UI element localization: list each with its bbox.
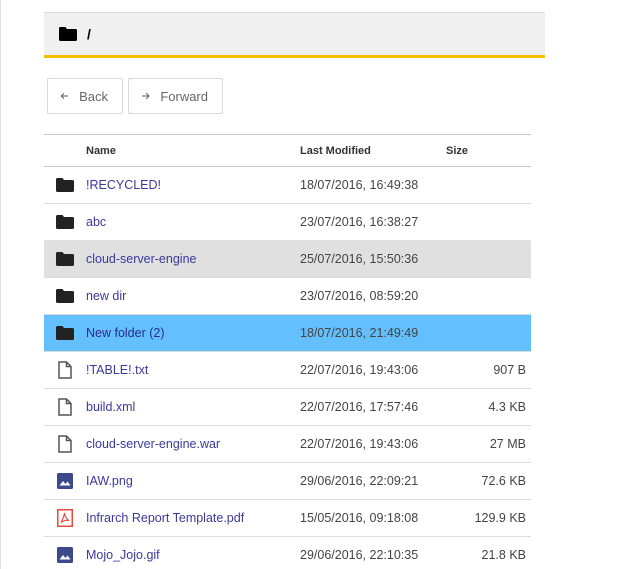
arrow-right-icon (142, 92, 150, 100)
file-size: 4.3 KB (488, 400, 526, 414)
file-last-modified: 22/07/2016, 19:43:06 (300, 363, 419, 377)
current-path: / (87, 26, 91, 42)
file-name[interactable]: abc (86, 215, 300, 229)
table-row[interactable]: abc 23/07/2016, 16:38:27 (44, 204, 531, 241)
table-body: !RECYCLED! 18/07/2016, 16:49:38 abc 23/07/2… (44, 167, 531, 569)
file-size: 129.9 KB (474, 511, 526, 525)
file-name[interactable]: !TABLE!.txt (86, 363, 300, 377)
header-last-modified[interactable]: Last Modified (300, 145, 446, 157)
folder-icon (59, 27, 77, 41)
back-button-label: Back (79, 88, 108, 104)
file-name[interactable]: cloud-server-engine.war (86, 437, 300, 451)
forward-button[interactable]: Forward (128, 78, 223, 114)
table-header: Name Last Modified Size (44, 134, 531, 167)
file-name[interactable]: IAW.png (86, 474, 300, 488)
file-name[interactable]: new dir (86, 289, 300, 303)
navigation-buttons: Back Forward (47, 78, 228, 114)
file-last-modified: 15/05/2016, 09:18:08 (300, 511, 419, 525)
file-size: 27 MB (489, 437, 526, 451)
file-name[interactable]: !RECYCLED! (86, 178, 300, 192)
file-name[interactable]: build.xml (86, 400, 300, 414)
file-last-modified: 23/07/2016, 16:38:27 (300, 215, 419, 229)
pdf-icon (44, 509, 86, 527)
file-last-modified: 29/06/2016, 22:09:21 (300, 474, 419, 488)
forward-button-label: Forward (160, 88, 208, 104)
file-last-modified: 18/07/2016, 21:49:49 (300, 326, 419, 340)
file-name[interactable]: Mojo_Jojo.gif (86, 548, 300, 562)
file-table: Name Last Modified Size !RECYCLED! 18/07/… (44, 134, 531, 569)
path-bar: / (44, 12, 545, 58)
header-name[interactable]: Name (86, 145, 300, 157)
table-row[interactable]: cloud-server-engine 25/07/2016, 15:50:36 (44, 241, 531, 278)
table-row[interactable]: Infrarch Report Template.pdf 15/05/2016, … (44, 500, 531, 537)
image-icon (44, 473, 86, 489)
file-last-modified: 25/07/2016, 15:50:36 (300, 252, 419, 266)
file-icon (44, 398, 86, 416)
file-last-modified: 29/06/2016, 22:10:35 (300, 548, 419, 562)
back-button[interactable]: Back (47, 78, 123, 114)
file-size: 907 B (493, 363, 526, 377)
folder-icon (44, 289, 86, 303)
table-row[interactable]: New folder (2) 18/07/2016, 21:49:49 (44, 315, 531, 352)
table-row[interactable]: !TABLE!.txt 22/07/2016, 19:43:06 907 B (44, 352, 531, 389)
header-size[interactable]: Size (446, 145, 531, 157)
image-icon (44, 547, 86, 563)
table-row[interactable]: Mojo_Jojo.gif 29/06/2016, 22:10:35 21.8 KB (44, 537, 531, 569)
file-name[interactable]: New folder (2) (86, 326, 300, 340)
file-icon (44, 361, 86, 379)
arrow-left-icon (60, 92, 69, 100)
file-name[interactable]: Infrarch Report Template.pdf (86, 511, 300, 525)
file-last-modified: 22/07/2016, 17:57:46 (300, 400, 419, 414)
folder-icon (44, 252, 86, 266)
table-row[interactable]: cloud-server-engine.war 22/07/2016, 19:43… (44, 426, 531, 463)
table-row[interactable]: IAW.png 29/06/2016, 22:09:21 72.6 KB (44, 463, 531, 500)
table-row[interactable]: new dir 23/07/2016, 08:59:20 (44, 278, 531, 315)
file-icon (44, 435, 86, 453)
table-row[interactable]: !RECYCLED! 18/07/2016, 16:49:38 (44, 167, 531, 204)
left-border (0, 0, 1, 569)
folder-icon (44, 215, 86, 229)
file-last-modified: 23/07/2016, 08:59:20 (300, 289, 419, 303)
file-size: 21.8 KB (481, 548, 526, 562)
file-size: 72.6 KB (481, 474, 526, 488)
table-row[interactable]: build.xml 22/07/2016, 17:57:46 4.3 KB (44, 389, 531, 426)
file-last-modified: 18/07/2016, 16:49:38 (300, 178, 419, 192)
file-name[interactable]: cloud-server-engine (86, 252, 300, 266)
folder-icon (44, 178, 86, 192)
folder-icon (44, 326, 86, 340)
file-last-modified: 22/07/2016, 19:43:06 (300, 437, 419, 451)
